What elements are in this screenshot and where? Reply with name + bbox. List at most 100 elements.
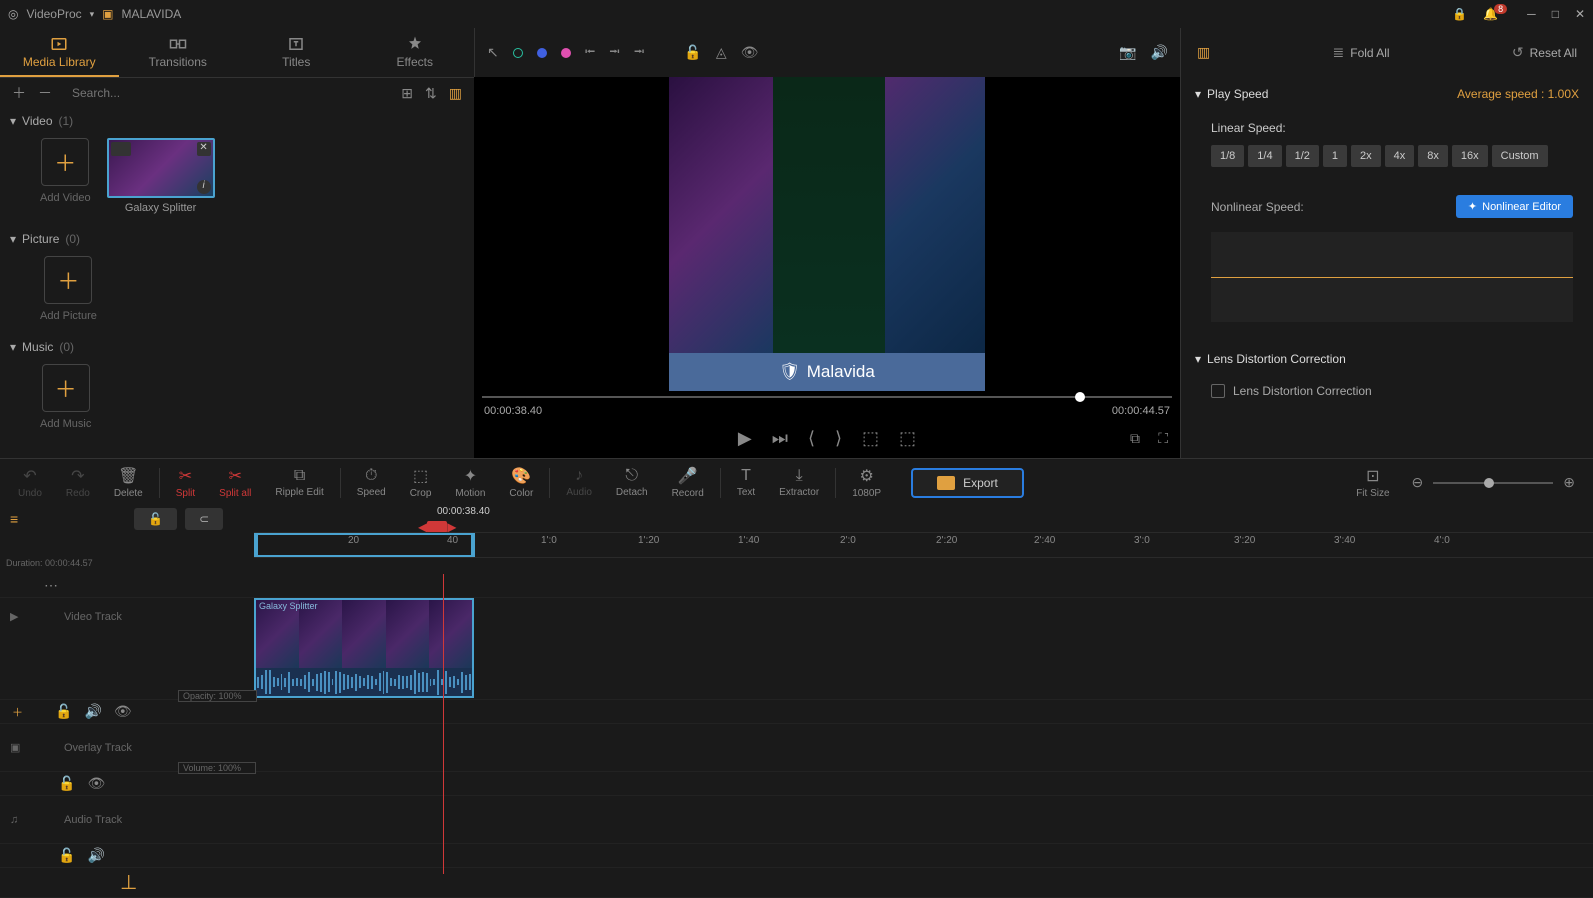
fold-icon[interactable]: ≣ <box>1333 44 1345 61</box>
snapshot-icon[interactable]: 📷 <box>1119 44 1136 61</box>
speed-1[interactable]: 1 <box>1323 145 1347 167</box>
timeline-clip[interactable]: Galaxy Splitter document.write(Array.fro… <box>254 598 474 698</box>
undo-button[interactable]: ↶Undo <box>6 466 54 499</box>
marker-blue[interactable] <box>537 48 547 58</box>
audio-track[interactable]: ♫ Audio Track <box>0 796 1593 844</box>
speed-1-2[interactable]: 1/2 <box>1286 145 1319 167</box>
grid-view-icon[interactable]: ⊞ <box>401 85 413 102</box>
playhead-line[interactable] <box>443 574 444 874</box>
sort-icon[interactable]: ⇅ <box>425 85 437 102</box>
speed-4x[interactable]: 4x <box>1385 145 1415 167</box>
timeline-ruler[interactable]: 20 40 1':0 1':20 1':40 2':0 2':20 2':40 … <box>254 532 1593 558</box>
resolution-button[interactable]: ⚙1080P <box>840 466 893 499</box>
preview-viewport[interactable]: 🛡 Malavida <box>474 77 1180 391</box>
zoom-handle[interactable] <box>1484 478 1494 488</box>
set-out-button[interactable]: ⬚ <box>899 428 916 449</box>
prev-frame-button[interactable]: ⟨ <box>808 428 815 449</box>
add-icon[interactable]: ＋ <box>12 83 26 103</box>
opacity-tag[interactable]: Opacity: 100% <box>178 690 257 702</box>
speed-1-4[interactable]: 1/4 <box>1248 145 1281 167</box>
section-video[interactable]: ▾ Video (1) <box>0 108 474 134</box>
add-track-button[interactable]: ⊥ <box>120 870 137 895</box>
minimize-button[interactable]: ─ <box>1527 7 1536 21</box>
play-button[interactable]: ▶ <box>738 428 752 449</box>
cursor-tool-icon[interactable]: ↖ <box>487 44 499 61</box>
unlock-tracks-button[interactable]: 🔓 <box>134 508 177 530</box>
add-track-icon[interactable]: ＋ <box>12 704 23 720</box>
section-play-speed[interactable]: ▾ Play Speed Average speed : 1.00X <box>1181 77 1593 111</box>
motion-button[interactable]: ✦Motion <box>443 466 497 499</box>
split-button[interactable]: ✂Split <box>164 466 207 499</box>
visibility-icon[interactable]: 👁 <box>741 44 759 61</box>
track-visibility-icon[interactable]: 👁 <box>114 703 132 720</box>
panel-layout-icon[interactable]: ▥ <box>449 85 462 102</box>
reset-icon[interactable]: ↺ <box>1512 44 1524 61</box>
seek-bar[interactable] <box>482 396 1172 398</box>
remove-icon[interactable]: － <box>38 83 52 103</box>
search-input[interactable] <box>64 82 389 104</box>
track-mute-icon[interactable]: 🔊 <box>87 847 104 864</box>
next-frame-button[interactable]: ⟩ <box>835 428 842 449</box>
panel-toggle-icon[interactable]: ▥ <box>1197 44 1210 61</box>
fullscreen-icon[interactable]: ⛶ <box>1158 430 1168 447</box>
track-lock-icon[interactable]: 🔓 <box>55 703 72 720</box>
nonlinear-editor-button[interactable]: ✦ Nonlinear Editor <box>1456 195 1573 218</box>
color-button[interactable]: 🎨Color <box>497 466 545 499</box>
tab-transitions[interactable]: Transitions <box>119 28 238 77</box>
speed-curve-editor[interactable] <box>1211 232 1573 322</box>
lens-checkbox[interactable] <box>1211 384 1225 398</box>
marker-magenta[interactable] <box>561 48 571 58</box>
detach-button[interactable]: ⎋Detach <box>604 467 660 498</box>
clip-remove-icon[interactable]: ✕ <box>197 142 211 156</box>
play-range-button[interactable]: ⏭ <box>772 428 788 449</box>
section-music[interactable]: ▾ Music (0) <box>0 334 474 360</box>
track-config-icon[interactable]: ≡ <box>10 511 18 527</box>
media-clip[interactable]: ✕ i Galaxy Splitter <box>107 138 215 214</box>
record-button[interactable]: 🎤Record <box>660 466 716 499</box>
tab-effects[interactable]: Effects <box>356 28 475 77</box>
volume-tag[interactable]: Volume: 100% <box>178 762 256 774</box>
tab-titles[interactable]: Titles <box>237 28 356 77</box>
dropdown-icon[interactable]: ▾ <box>90 9 95 20</box>
add-picture-button[interactable]: ＋ Add Picture <box>40 256 97 322</box>
zoom-slider[interactable] <box>1433 482 1553 484</box>
notification-icon[interactable]: 🔔8 <box>1483 7 1511 21</box>
lock-icon[interactable]: 🔒 <box>1452 7 1467 21</box>
unlock-icon[interactable]: 🔓 <box>684 44 701 61</box>
fold-all-button[interactable]: Fold All <box>1350 46 1389 60</box>
add-video-button[interactable]: ＋ Add Video <box>40 138 91 214</box>
track-lock-icon[interactable]: 🔓 <box>58 775 75 792</box>
section-lens-distortion[interactable]: ▾ Lens Distortion Correction <box>1181 342 1593 376</box>
section-picture[interactable]: ▾ Picture (0) <box>0 226 474 252</box>
marker-cyan[interactable] <box>513 48 523 58</box>
track-menu-icon[interactable]: ⋯ <box>44 577 58 594</box>
text-button[interactable]: TText <box>725 467 767 498</box>
preview-volume-icon[interactable]: 🔊 <box>1151 44 1168 61</box>
seek-handle[interactable] <box>1075 392 1085 402</box>
reset-all-button[interactable]: Reset All <box>1530 46 1577 60</box>
ripple-edit-button[interactable]: ⧉Ripple Edit <box>263 467 335 498</box>
detach-preview-icon[interactable]: ⧉ <box>1130 430 1140 447</box>
audio-button[interactable]: ♪Audio <box>554 467 604 498</box>
split-all-button[interactable]: ✂Split all <box>207 466 263 499</box>
save-icon[interactable]: ▣ <box>102 7 113 21</box>
track-lock-icon[interactable]: 🔓 <box>58 847 75 864</box>
delete-button[interactable]: 🗑Delete <box>102 466 155 499</box>
export-button[interactable]: Export <box>911 468 1024 498</box>
speed-1-8[interactable]: 1/8 <box>1211 145 1244 167</box>
clip-info-icon[interactable]: i <box>197 180 211 194</box>
snap-start-icon[interactable]: ⭰ <box>585 41 596 65</box>
zoom-in-icon[interactable]: ⊕ <box>1563 474 1575 491</box>
fit-size-button[interactable]: ⊡Fit Size <box>1344 466 1401 499</box>
extractor-button[interactable]: ⤓Extractor <box>767 467 831 498</box>
tab-media-library[interactable]: Media Library <box>0 28 119 77</box>
maximize-button[interactable]: □ <box>1552 7 1559 21</box>
set-in-button[interactable]: ⬚ <box>862 428 879 449</box>
safe-zone-icon[interactable]: ◬ <box>716 44 727 61</box>
snap-end-icon[interactable]: ⭲ <box>634 41 645 65</box>
speed-16x[interactable]: 16x <box>1452 145 1488 167</box>
snap-mid-icon[interactable]: ⭲ <box>609 41 620 65</box>
track-mute-icon[interactable]: 🔊 <box>84 703 101 720</box>
speed-button[interactable]: ⏱Speed <box>345 467 398 498</box>
video-track[interactable]: ▶ Video Track Galaxy Splitter document.w… <box>0 598 1593 700</box>
